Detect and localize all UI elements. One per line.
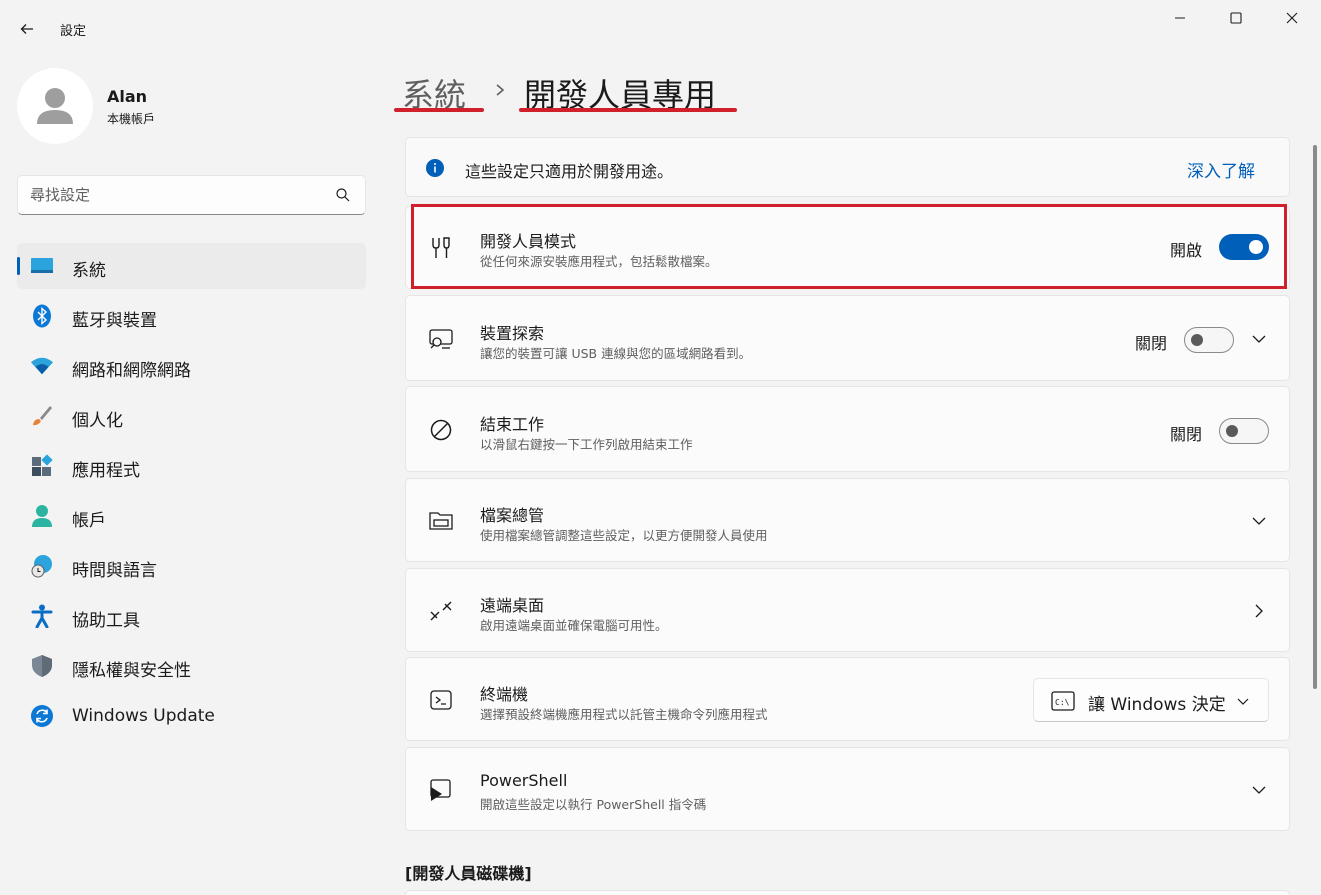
- chevron-right-icon: [496, 84, 505, 96]
- sidebar-item-privacy[interactable]: 隱私權與安全性: [17, 643, 366, 689]
- chevron-right-icon[interactable]: [1251, 603, 1267, 619]
- setting-description: 讓您的裝置可讓 USB 連線與您的區域網路看到。: [480, 346, 752, 361]
- setting-title: PowerShell: [480, 771, 568, 790]
- svg-text:C:\: C:\: [1055, 698, 1070, 707]
- setting-title: 裝置探索: [480, 324, 545, 343]
- sidebar-item-personalization[interactable]: 個人化: [17, 393, 366, 439]
- app-title: 設定: [60, 24, 87, 39]
- sidebar-item-label: 協助工具: [72, 611, 140, 631]
- prohibited-icon: [426, 415, 456, 445]
- search-icon[interactable]: [335, 187, 351, 203]
- bluetooth-icon: [30, 304, 54, 328]
- setting-description: 開啟這些設定以執行 PowerShell 指令碼: [480, 797, 707, 812]
- sidebar-item-bluetooth[interactable]: 藍牙與裝置: [17, 293, 366, 339]
- setting-description: 使用檔案總管調整這些設定，以更方便開發人員使用: [480, 528, 768, 543]
- close-button[interactable]: [1272, 4, 1312, 32]
- folder-icon: [426, 506, 456, 536]
- sidebar-item-label: Windows Update: [72, 706, 215, 726]
- scrollbar[interactable]: [1313, 145, 1317, 689]
- toggle-state-label: 關閉: [1135, 334, 1168, 353]
- remote-desktop-icon: [426, 596, 456, 626]
- sidebar-item-label: 隱私權與安全性: [72, 661, 191, 681]
- back-arrow-icon: [20, 24, 33, 34]
- wifi-icon: [30, 354, 54, 378]
- maximize-button[interactable]: [1216, 4, 1256, 32]
- setting-description: 選擇預設終端機應用程式以託管主機命令列應用程式: [480, 707, 768, 722]
- annotation-underline: [519, 108, 737, 112]
- chevron-down-icon: [1237, 698, 1249, 705]
- shield-icon: [30, 654, 54, 678]
- sidebar-item-label: 個人化: [72, 411, 123, 431]
- annotation-underline: [394, 108, 484, 112]
- device-discovery-toggle[interactable]: [1184, 327, 1234, 353]
- toggle-knob: [1191, 334, 1203, 346]
- maximize-icon: [1230, 12, 1242, 24]
- sidebar-item-label: 網路和網際網路: [72, 361, 191, 381]
- accessibility-icon: [30, 604, 54, 628]
- user-avatar-icon: [37, 88, 73, 124]
- account-icon: [30, 504, 54, 528]
- info-icon: [426, 159, 444, 177]
- powershell-card[interactable]: PowerShell 開啟這些設定以執行 PowerShell 指令碼: [405, 747, 1290, 831]
- sidebar-item-label: 系統: [72, 261, 106, 281]
- learn-more-link[interactable]: 深入了解: [1187, 157, 1255, 182]
- sidebar-item-accessibility[interactable]: 協助工具: [17, 593, 366, 639]
- toggle-knob: [1226, 425, 1238, 437]
- info-text: 這些設定只適用於開發用途。: [465, 162, 674, 181]
- paintbrush-icon: [30, 404, 54, 428]
- account-type: 本機帳戶: [107, 112, 156, 126]
- sidebar-item-label: 帳戶: [72, 511, 106, 531]
- system-display-icon: [30, 254, 54, 278]
- minimize-button[interactable]: [1160, 4, 1200, 32]
- sidebar-item-label: 應用程式: [72, 461, 140, 481]
- sidebar-nav: 系統 藍牙與裝置 網路和網際網路 個人化 應用程式 帳戶 時間與語言 協助工具 …: [17, 243, 366, 743]
- device-search-icon: [426, 324, 456, 354]
- sidebar-item-network[interactable]: 網路和網際網路: [17, 343, 366, 389]
- setting-title: 遠端桌面: [480, 596, 545, 615]
- search-input[interactable]: [30, 184, 330, 206]
- toggle-state-label: 關閉: [1170, 425, 1203, 444]
- minimize-icon: [1175, 17, 1185, 19]
- dropdown-selected-value: 讓 Windows 決定: [1088, 695, 1226, 715]
- sidebar-item-time-language[interactable]: 時間與語言: [17, 543, 366, 589]
- remote-desktop-card[interactable]: 遠端桌面 啟用遠端桌面並確保電腦可用性。: [405, 568, 1290, 652]
- sidebar-item-system[interactable]: 系統: [17, 243, 366, 289]
- apps-icon: [30, 454, 54, 478]
- setting-description: 啟用遠端桌面並確保電腦可用性。: [480, 618, 668, 633]
- setting-title: 終端機: [480, 685, 529, 704]
- command-prompt-icon: C:\: [1051, 691, 1075, 711]
- terminal-icon: [426, 685, 456, 715]
- avatar[interactable]: [17, 68, 93, 144]
- chevron-down-icon[interactable]: [1251, 513, 1267, 529]
- setting-title: 檔案總管: [480, 506, 545, 525]
- title-bar: 設定: [0, 0, 1321, 56]
- file-explorer-card[interactable]: 檔案總管 使用檔案總管調整這些設定，以更方便開發人員使用: [405, 478, 1290, 562]
- chevron-down-icon[interactable]: [1251, 331, 1267, 347]
- sidebar-item-label: 時間與語言: [72, 561, 157, 581]
- time-language-icon: [30, 554, 54, 578]
- powershell-icon: [426, 775, 456, 805]
- close-icon: [1286, 12, 1298, 24]
- windows-update-icon: [30, 704, 54, 728]
- section-header-dev-drive: [開發人員磁碟機]: [405, 864, 532, 883]
- end-task-card: 結束工作 以滑鼠右鍵按一下工作列啟用結束工作 關閉: [405, 386, 1290, 472]
- sidebar-item-windows-update[interactable]: Windows Update: [17, 693, 366, 739]
- back-button[interactable]: [12, 14, 42, 44]
- device-discovery-card[interactable]: 裝置探索 讓您的裝置可讓 USB 連線與您的區域網路看到。 關閉: [405, 295, 1290, 381]
- search-box[interactable]: [17, 175, 366, 215]
- annotation-highlight-box: [411, 204, 1287, 289]
- user-name: Alan: [107, 87, 148, 106]
- terminal-app-dropdown[interactable]: C:\ 讓 Windows 決定: [1033, 678, 1269, 722]
- sidebar-item-accounts[interactable]: 帳戶: [17, 493, 366, 539]
- end-task-toggle[interactable]: [1219, 418, 1269, 444]
- setting-title: 結束工作: [480, 415, 545, 434]
- sidebar-item-label: 藍牙與裝置: [72, 311, 157, 331]
- setting-description: 以滑鼠右鍵按一下工作列啟用結束工作: [480, 437, 693, 452]
- dev-drive-card[interactable]: [405, 890, 1290, 895]
- info-banner: 這些設定只適用於開發用途。 深入了解: [405, 137, 1290, 197]
- terminal-card: 終端機 選擇預設終端機應用程式以託管主機命令列應用程式 C:\ 讓 Window…: [405, 657, 1290, 741]
- chevron-down-icon[interactable]: [1251, 782, 1267, 798]
- sidebar-item-apps[interactable]: 應用程式: [17, 443, 366, 489]
